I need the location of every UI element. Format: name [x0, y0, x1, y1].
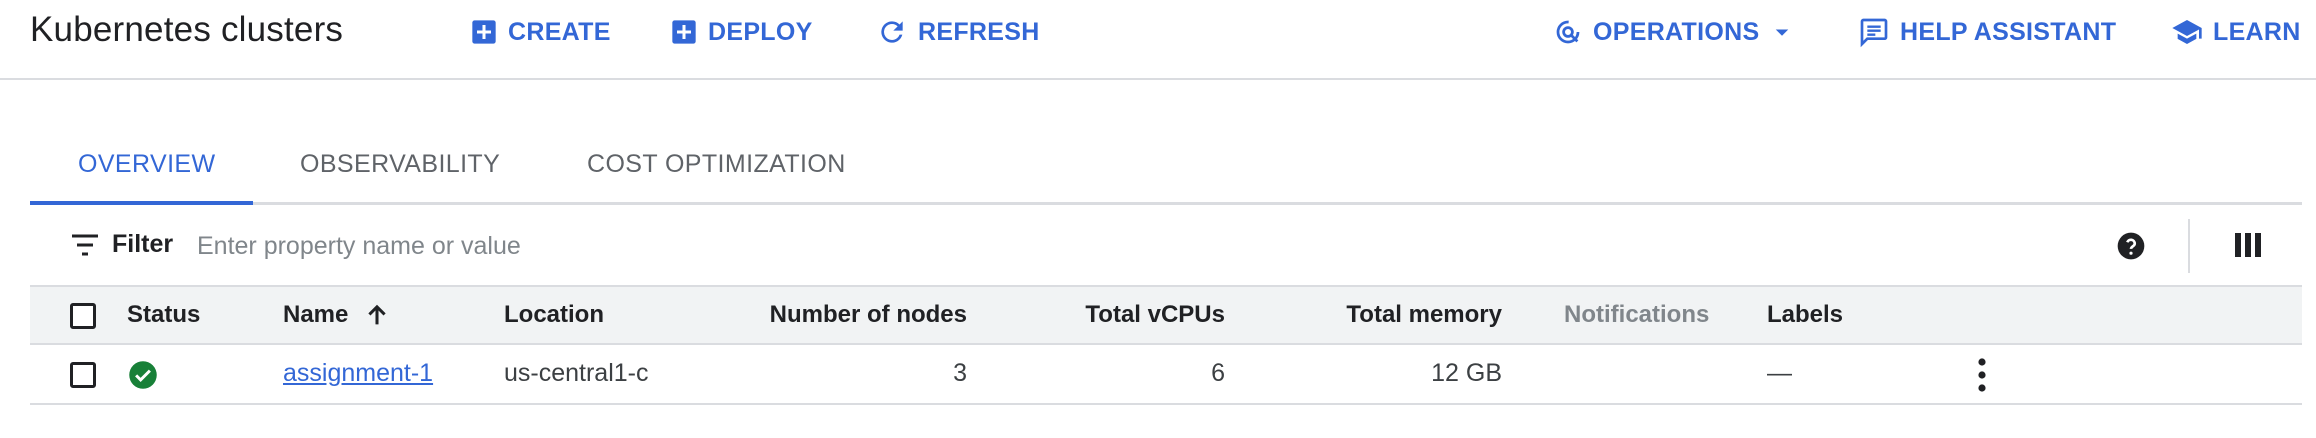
cluster-vcpus: 6 [1211, 359, 1225, 387]
help-assistant-label: HELP ASSISTANT [1900, 17, 2117, 46]
create-label: CREATE [508, 17, 611, 46]
operations-icon [1556, 20, 1580, 44]
create-button[interactable]: CREATE [470, 12, 611, 52]
tab-bar: OVERVIEW OBSERVABILITY COST OPTIMIZATION [30, 130, 2302, 205]
cluster-memory: 12 GB [1431, 359, 1502, 387]
school-icon [2172, 20, 2202, 44]
operations-button[interactable]: OPERATIONS [1553, 12, 1797, 52]
arrow-upward-icon [368, 304, 386, 325]
table-row: assignment-1 us-central1-c 3 6 12 GB — [30, 345, 2302, 405]
chat-icon [1860, 18, 1888, 48]
column-header-memory[interactable]: Total memory [1280, 301, 1502, 329]
deploy-button[interactable]: DEPLOY [670, 12, 813, 52]
refresh-label: REFRESH [918, 17, 1040, 46]
cluster-nodes: 3 [953, 359, 967, 387]
filter-bar: Filter [30, 205, 2302, 287]
tab-cost-optimization[interactable]: COST OPTIMIZATION [587, 150, 846, 179]
column-header-vcpus[interactable]: Total vCPUs [1030, 301, 1225, 329]
caret-down-icon [1776, 29, 1789, 36]
cluster-name-link[interactable]: assignment-1 [283, 359, 433, 388]
tab-overview[interactable]: OVERVIEW [78, 150, 216, 179]
learn-label: LEARN [2213, 17, 2301, 46]
column-header-name-label: Name [283, 301, 349, 328]
row-checkbox[interactable] [70, 362, 96, 388]
column-header-notifications: Notifications [1564, 301, 1710, 328]
column-header-labels: Labels [1767, 301, 1844, 328]
tab-observability[interactable]: OBSERVABILITY [300, 150, 500, 179]
add-box-icon [472, 20, 496, 44]
select-all-checkbox[interactable] [70, 303, 96, 329]
column-header-name[interactable]: Name [283, 301, 391, 329]
page-header: Kubernetes clusters CREATE DEPLOY REFRES… [0, 0, 2316, 80]
filter-label: Filter [112, 230, 174, 258]
deploy-label: DEPLOY [708, 17, 813, 46]
table-header: Status Name Location Number of nodes Tot… [30, 287, 2302, 345]
page-title: Kubernetes clusters [30, 10, 344, 49]
help-assistant-button[interactable]: HELP ASSISTANT [1858, 12, 2116, 52]
check-circle-icon [129, 361, 157, 389]
toolbar-divider [2188, 219, 2190, 273]
filter-icon[interactable] [70, 233, 100, 257]
column-header-status[interactable]: Status [127, 301, 200, 329]
column-header-location[interactable]: Location [504, 301, 604, 329]
operations-label: OPERATIONS [1593, 17, 1760, 46]
refresh-icon [881, 21, 903, 43]
column-header-nodes[interactable]: Number of nodes [730, 301, 967, 329]
cluster-labels: — [1767, 359, 1792, 387]
learn-button[interactable]: LEARN [2171, 12, 2301, 52]
column-display-options-icon[interactable] [2233, 231, 2263, 259]
filter-input[interactable] [195, 223, 1399, 269]
more-vert-icon[interactable] [1975, 357, 1989, 393]
cluster-location: us-central1-c [504, 359, 649, 387]
add-box-icon [672, 20, 696, 44]
help-icon[interactable] [2115, 230, 2147, 262]
refresh-button[interactable]: REFRESH [876, 12, 1040, 52]
